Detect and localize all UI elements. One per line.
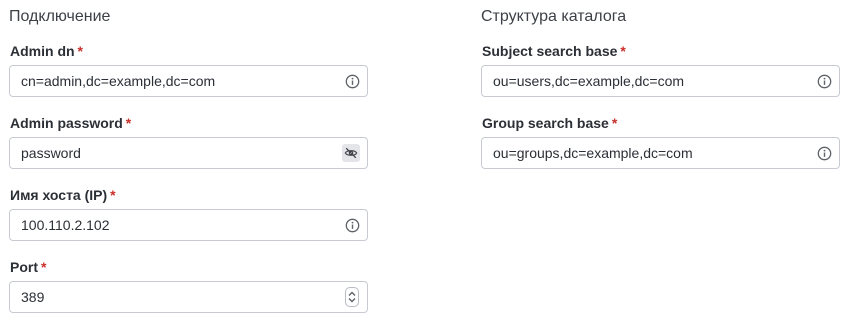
required-marker: *	[620, 43, 626, 59]
subject-search-base-input-box	[481, 65, 840, 97]
port-label-text: Port	[10, 259, 38, 275]
hostname-label-text: Имя хоста (IP)	[10, 187, 108, 203]
info-icon[interactable]	[343, 72, 361, 90]
group-search-base-input[interactable]	[493, 138, 803, 168]
eye-off-icon[interactable]	[342, 144, 360, 162]
subject-search-base-input[interactable]	[493, 66, 803, 96]
required-marker: *	[110, 187, 116, 203]
group-search-base-input-box	[481, 137, 840, 169]
subject-search-base-label: Subject search base *	[482, 43, 626, 59]
admin-password-label-text: Admin password	[10, 115, 123, 131]
required-marker: *	[77, 43, 83, 59]
admin-dn-input[interactable]	[21, 66, 331, 96]
admin-password-input[interactable]	[21, 138, 331, 168]
required-marker: *	[41, 259, 47, 275]
stepper-icon[interactable]	[345, 287, 359, 307]
info-icon[interactable]	[343, 216, 361, 234]
admin-dn-input-box	[9, 65, 368, 97]
admin-password-label: Admin password *	[10, 115, 131, 131]
hostname-label: Имя хоста (IP) *	[10, 187, 116, 203]
required-marker: *	[611, 115, 618, 131]
required-marker: *	[125, 115, 132, 131]
group-search-base-label: Group search base *	[482, 115, 617, 131]
admin-dn-label: Admin dn *	[10, 43, 83, 59]
admin-password-input-box	[9, 137, 368, 169]
port-input-box	[9, 281, 368, 313]
info-icon[interactable]	[815, 144, 833, 162]
group-search-base-label-text: Group search base	[482, 115, 609, 131]
port-label: Port *	[10, 259, 46, 275]
hostname-input[interactable]	[21, 210, 331, 240]
hostname-input-box	[9, 209, 368, 241]
subject-search-base-label-text: Subject search base	[482, 43, 618, 59]
admin-dn-label-text: Admin dn	[10, 43, 75, 59]
info-icon[interactable]	[815, 72, 833, 90]
port-input[interactable]	[21, 282, 331, 312]
section-title-directory: Структура каталога	[481, 8, 627, 25]
section-title-connection: Подключение	[9, 8, 111, 25]
